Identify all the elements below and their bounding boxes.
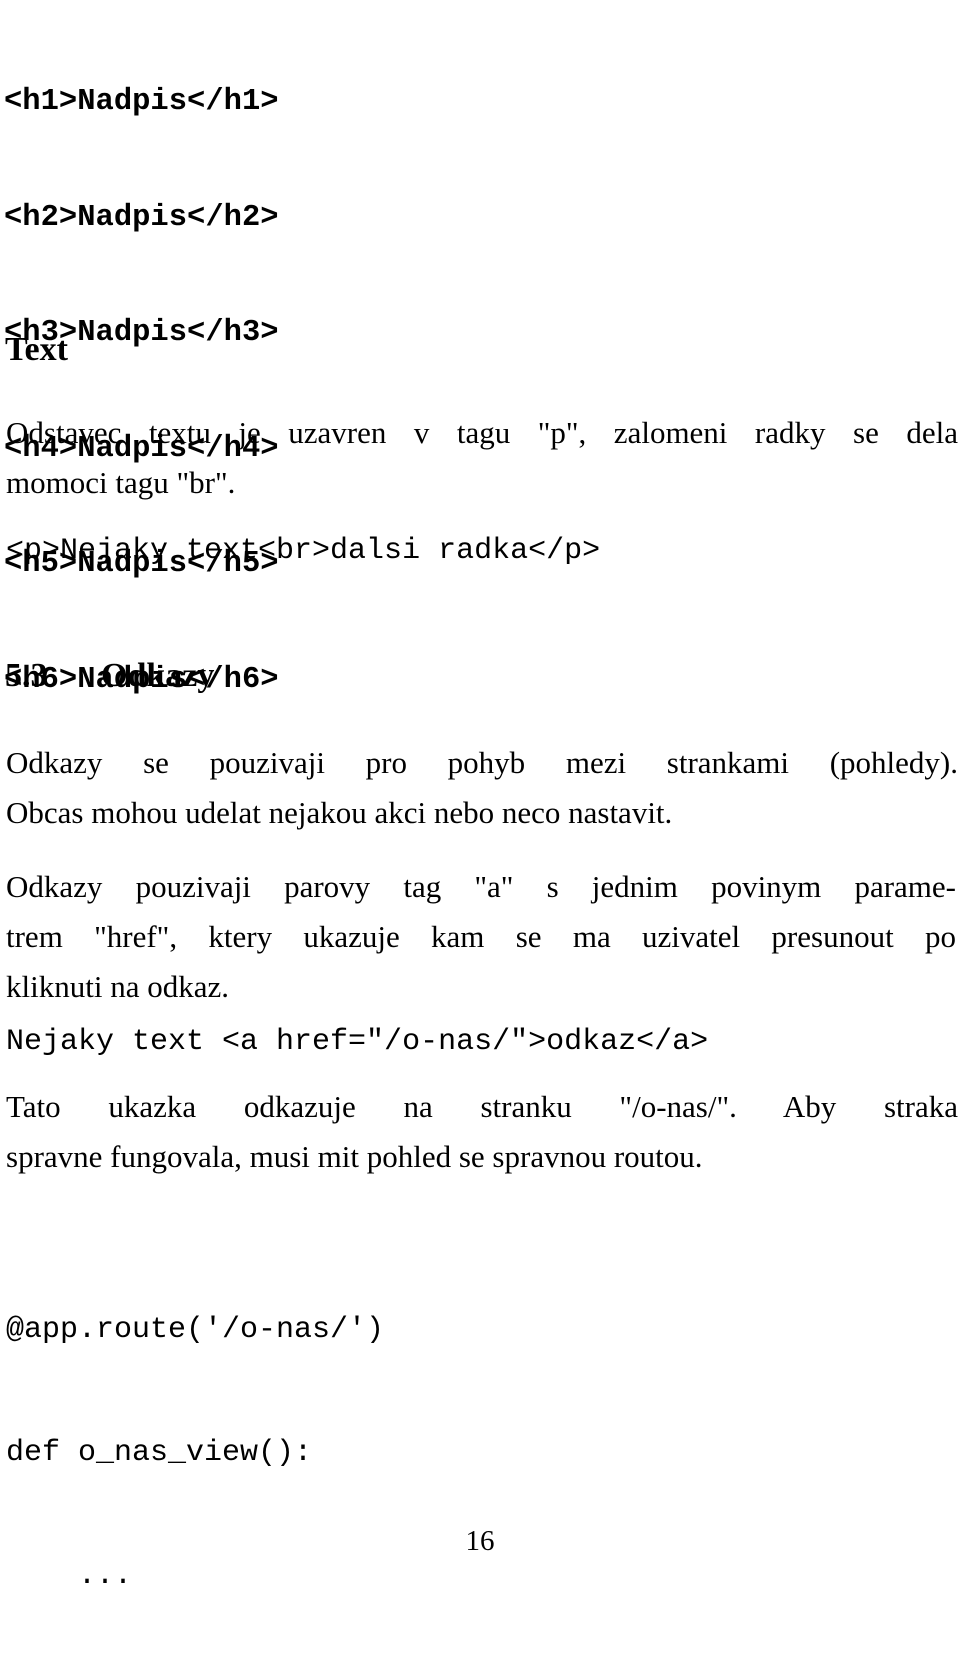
paragraph-odkazy-1-line-2: Obcas mohou udelat nejakou akci nebo nec…: [6, 795, 673, 830]
paragraph-odkazy-2-line-1: Odkazy pouzivaji parovy tag "a" s jednim…: [6, 869, 956, 904]
paragraph-text-intro-line-1: Odstavec textu je uzavren v tagu "p", za…: [6, 415, 958, 450]
heading-section-odkazy: 5.3 Odkazy: [5, 656, 214, 696]
heading-text: Text: [5, 331, 68, 368]
paragraph-odkazy-1-line-1: Odkazy se pouzivaji pro pohyb mezi stran…: [6, 745, 958, 780]
paragraph-text-intro: Odstavec textu je uzavren v tagu "p", za…: [6, 408, 958, 508]
code-line-route-decorator: @app.route('/o-nas/'): [6, 1313, 385, 1347]
paragraph-text-intro-line-2: momoci tagu "br".: [6, 465, 236, 500]
document-page: <h1>Nadpis</h1> <h2>Nadpis</h2> <h3>Nadp…: [0, 0, 960, 1596]
code-block-anchor-example: Nejaky text <a href="/o-nas/">odkaz</a>: [6, 1025, 709, 1059]
code-line-h2: <h2>Nadpis</h2>: [4, 200, 279, 235]
section-number: 5.3: [5, 657, 48, 694]
paragraph-odkazy-3: Tato ukazka odkazuje na stranku "/o-nas/…: [6, 1082, 958, 1182]
code-line-route-def: def o_nas_view():: [6, 1436, 313, 1470]
code-line-h1: <h1>Nadpis</h1>: [4, 85, 279, 119]
paragraph-odkazy-2: Odkazy pouzivaji parovy tag "a" s jednim…: [6, 862, 956, 1012]
paragraph-odkazy-1: Odkazy se pouzivaji pro pohyb mezi stran…: [6, 738, 958, 838]
code-line-route-ellipsis: ...: [6, 1559, 133, 1593]
paragraph-odkazy-2-line-2: trem "href", ktery ukazuje kam se ma uzi…: [6, 919, 956, 954]
code-block-paragraph-example: <p>Nejaky text<br>dalsi radka</p>: [6, 534, 601, 568]
paragraph-odkazy-3-line-1: Tato ukazka odkazuje na stranku "/o-nas/…: [6, 1089, 958, 1124]
page-number: 16: [465, 1525, 495, 1557]
paragraph-odkazy-2-line-3: kliknuti na odkaz.: [6, 969, 229, 1004]
section-title: Odkazy: [101, 657, 215, 694]
paragraph-odkazy-3-line-2: spravne fungovala, musi mit pohled se sp…: [6, 1139, 703, 1174]
code-block-flask-route: @app.route('/o-nas/') def o_nas_view(): …: [6, 1228, 384, 1679]
